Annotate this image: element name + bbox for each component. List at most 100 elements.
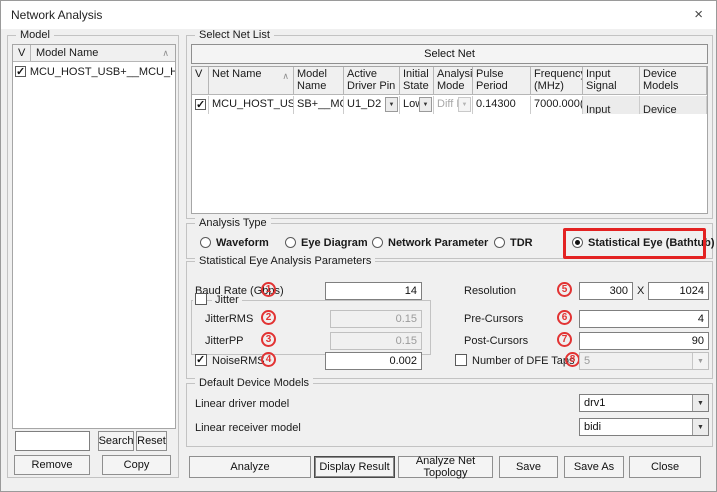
resolution-y-input[interactable] [648,282,709,300]
annotation-marker-6: 6 [557,310,572,325]
net-row-model-name: SB+__MC [294,96,344,114]
default-device-models-group: Default Device Models Linear driver mode… [186,383,713,447]
radio-statistical-eye-label[interactable]: Statistical Eye (Bathtub) [588,237,715,249]
pre-cursors-input[interactable] [579,310,709,328]
resolution-x-input[interactable] [579,282,633,300]
annotation-marker-3: 3 [261,332,276,347]
radio-statistical-eye[interactable] [572,237,583,248]
chevron-down-icon[interactable]: ▼ [692,419,708,435]
chevron-down-icon: ▼ [458,97,471,112]
model-group-label: Model [16,29,54,41]
model-row[interactable]: MCU_HOST_USB+__MCU_H [13,63,175,80]
statistical-eye-parameters-group: Statistical Eye Analysis Parameters Baud… [186,261,713,379]
model-group: Model V Model Name ∧ MCU_HOST_USB+__MCU_… [7,35,179,478]
baud-rate-input[interactable] [325,282,422,300]
model-col-check[interactable]: V [13,45,31,61]
linear-driver-model-combo[interactable]: drv1 ▼ [579,394,709,412]
net-col-device-models[interactable]: DeviceModels [640,67,707,94]
title-bar: Network Analysis × [1,1,716,29]
model-search-input[interactable] [15,431,90,451]
close-icon[interactable]: × [694,6,703,23]
analyze-button[interactable]: Analyze [189,456,311,478]
search-button[interactable]: Search [98,431,134,451]
net-col-initial-state[interactable]: InitialState [400,67,434,94]
chevron-down-icon[interactable]: ▼ [385,97,398,112]
linear-receiver-model-combo[interactable]: bidi ▼ [579,418,709,436]
net-row-net-name: MCU_HOST_USB [209,96,294,114]
copy-button[interactable]: Copy [102,455,171,475]
net-row-input-signal-button[interactable]: Input [583,96,640,114]
dfe-taps-combo: 5 ▼ [579,352,709,370]
sort-asc-icon: ∧ [282,70,289,82]
net-row-active-driver-pin-combo[interactable]: U1_D2▼ [344,96,400,114]
dfe-taps-checkbox[interactable] [455,354,467,366]
dfe-taps-label: Number of DFE Taps [472,355,575,367]
noise-rms-label: NoiseRMS [212,355,265,367]
chevron-down-icon[interactable]: ▼ [692,395,708,411]
analysis-type-label: Analysis Type [195,217,271,229]
net-col-check[interactable]: V [192,67,209,94]
net-col-active-driver-pin[interactable]: ActiveDriver Pin [344,67,400,94]
model-row-checkbox[interactable] [15,66,26,77]
noise-rms-checkbox[interactable] [195,354,207,366]
radio-eye-diagram[interactable] [285,237,296,248]
close-button[interactable]: Close [629,456,701,478]
chevron-down-icon[interactable]: ▼ [419,97,432,112]
net-row-checkbox[interactable] [195,99,206,110]
net-col-frequency[interactable]: Frequency(MHz) [531,67,583,94]
radio-waveform-label[interactable]: Waveform [216,237,269,249]
net-row-device-models-button[interactable]: Device [640,96,707,114]
net-row-initial-state-combo[interactable]: Low▼ [400,96,434,114]
radio-tdr-label[interactable]: TDR [510,237,533,249]
jitter-pp-input [330,332,422,350]
net-col-pulse-period[interactable]: PulsePeriod [473,67,531,94]
model-col-name[interactable]: Model Name [31,45,175,61]
net-col-model-name[interactable]: ModelName [294,67,344,94]
select-net-list-label: Select Net List [195,29,274,41]
radio-network-parameter-label[interactable]: Network Parameter [388,237,488,249]
jitter-rms-label: JitterRMS [205,313,253,325]
net-col-input-signal[interactable]: InputSignal [583,67,640,94]
default-device-models-label: Default Device Models [195,377,313,389]
net-row-frequency[interactable]: 7000.000( [531,96,583,114]
radio-eye-diagram-label[interactable]: Eye Diagram [301,237,368,249]
resolution-label: Resolution [464,285,516,297]
jitter-checkbox[interactable] [195,293,207,305]
net-table-header: V Net Name∧ ModelName ActiveDriver Pin I… [192,67,707,95]
net-row-pulse-period[interactable]: 0.14300 [473,96,531,114]
net-row-check-cell [192,96,209,114]
annotation-marker-4: 4 [261,352,276,367]
save-button[interactable]: Save [499,456,558,478]
annotation-marker-8: 8 [565,352,580,367]
reset-button[interactable]: Reset [136,431,167,451]
analyze-net-topology-button[interactable]: Analyze Net Topology [398,456,493,478]
linear-receiver-model-label: Linear receiver model [195,422,301,434]
radio-network-parameter[interactable] [372,237,383,248]
annotation-marker-2: 2 [261,310,276,325]
jitter-label: Jitter [212,294,242,306]
display-result-button[interactable]: Display Result [314,456,395,478]
linear-driver-model-label: Linear driver model [195,398,289,410]
noise-rms-input[interactable] [325,352,422,370]
select-net-button[interactable]: Select Net [191,44,708,64]
radio-waveform[interactable] [200,237,211,248]
post-cursors-input[interactable] [579,332,709,350]
annotation-marker-5: 5 [557,282,572,297]
net-table-row[interactable]: MCU_HOST_USB SB+__MC U1_D2▼ Low▼ Diff Mc… [192,96,707,114]
radio-tdr[interactable] [494,237,505,248]
model-row-name: MCU_HOST_USB+__MCU_H [30,66,175,78]
annotation-marker-1: 1 [261,282,276,297]
jitter-rms-input [330,310,422,328]
net-col-net-name[interactable]: Net Name∧ [209,67,294,94]
annotation-marker-7: 7 [557,332,572,347]
analysis-type-group: Analysis Type Waveform Eye Diagram Netwo… [186,223,713,259]
net-col-analysis-mode[interactable]: AnalysisMode [434,67,473,94]
model-table: V Model Name ∧ MCU_HOST_USB+__MCU_H [12,44,176,429]
window-title: Network Analysis [11,8,102,22]
resolution-separator: X [637,285,644,297]
save-as-button[interactable]: Save As [564,456,624,478]
remove-button[interactable]: Remove [14,455,90,475]
sort-asc-icon[interactable]: ∧ [162,48,169,59]
network-analysis-dialog: Network Analysis × Model V Model Name ∧ … [0,0,717,492]
net-table: V Net Name∧ ModelName ActiveDriver Pin I… [191,66,708,214]
